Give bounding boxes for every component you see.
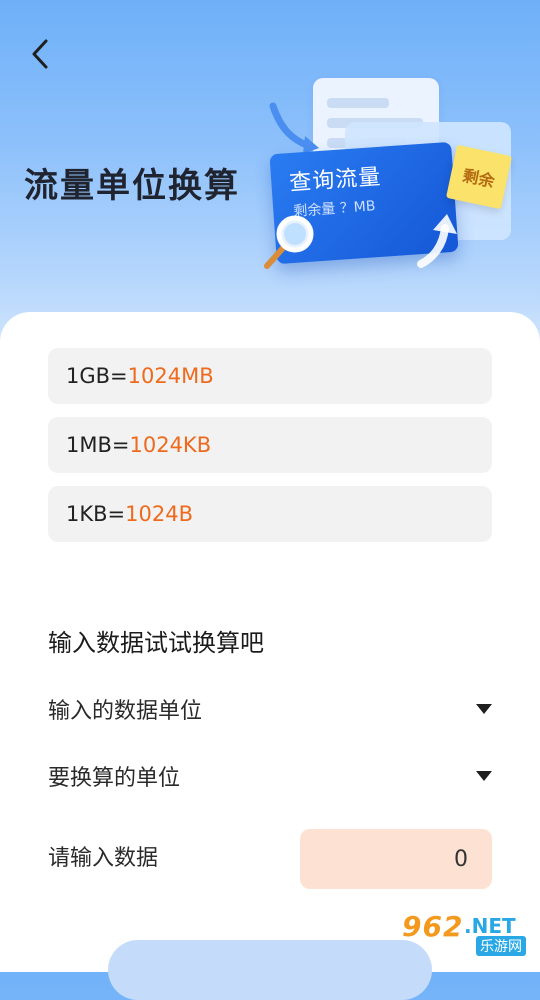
sticky-note: 剩余: [445, 144, 513, 210]
conversion-lhs: 1KB=: [66, 502, 126, 526]
card-title: 查询流量: [288, 164, 383, 197]
conversion-row-mb: 1MB= 1024KB: [48, 417, 492, 473]
dropdown-arrow-icon: [476, 771, 492, 781]
hero-illustration: 查询流量 剩余量 ？MB 剩余: [255, 70, 525, 290]
conversion-rhs: 1024MB: [127, 364, 214, 388]
input-label: 请输入数据: [48, 846, 159, 871]
section-title: 输入数据试试换算吧: [48, 629, 264, 657]
watermark-domain: .NET: [464, 914, 516, 938]
back-button[interactable]: [20, 34, 60, 74]
conversion-lhs: 1MB=: [66, 433, 130, 457]
conversion-rhs: 1024B: [125, 502, 193, 526]
chevron-left-icon: [32, 39, 48, 69]
to-unit-label: 要换算的单位: [48, 766, 181, 791]
conversion-row-kb: 1KB= 1024B: [48, 486, 492, 542]
conversion-row-gb: 1GB= 1024MB: [48, 348, 492, 404]
page-title: 流量单位换算: [24, 166, 240, 206]
arrow-up-icon: [417, 214, 457, 268]
watermark-logo: 962 .NET 乐游网: [402, 910, 536, 956]
to-unit-select[interactable]: 要换算的单位: [48, 756, 494, 796]
dropdown-arrow-icon: [476, 704, 492, 714]
conversion-lhs: 1GB=: [66, 364, 128, 388]
conversion-rhs: 1024KB: [129, 433, 212, 457]
watermark-site-name: 乐游网: [476, 936, 526, 956]
from-unit-select[interactable]: 输入的数据单位: [48, 689, 494, 729]
from-unit-label: 输入的数据单位: [48, 699, 203, 724]
watermark-number: 962: [402, 910, 464, 943]
data-input[interactable]: [300, 829, 492, 889]
convert-button[interactable]: [108, 940, 432, 1000]
sticky-note-label: 剩余: [461, 165, 497, 192]
magnifier-icon: [264, 215, 314, 269]
